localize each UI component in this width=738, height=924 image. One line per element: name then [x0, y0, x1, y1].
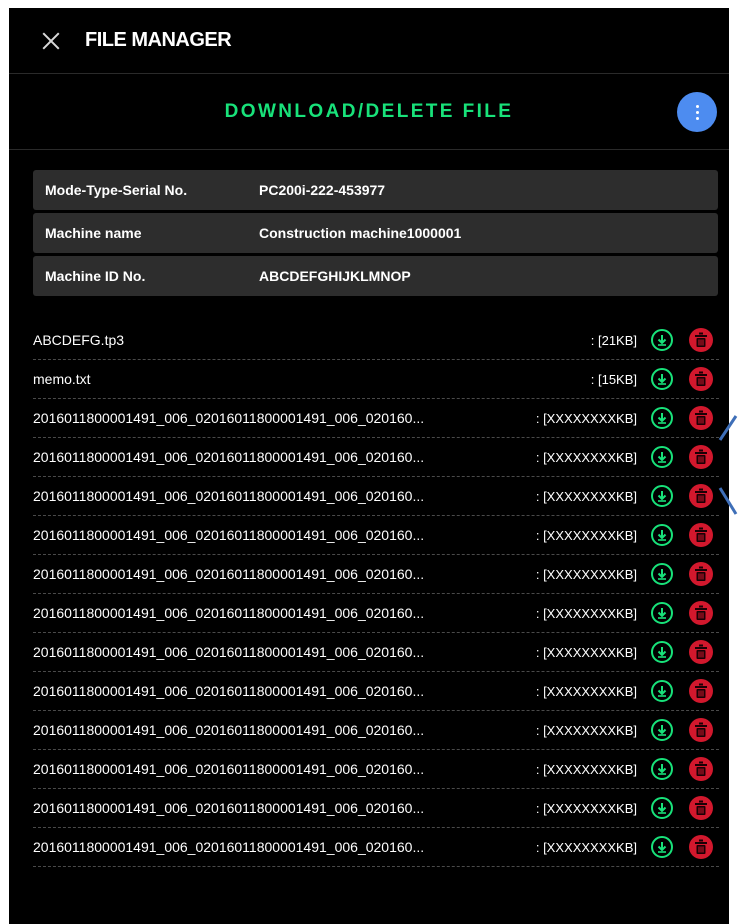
- file-name: 2016011800001491_006_02016011800001491_0…: [33, 761, 425, 777]
- file-name: 2016011800001491_006_02016011800001491_0…: [33, 410, 425, 426]
- trash-icon[interactable]: [689, 757, 713, 781]
- file-name: 2016011800001491_006_02016011800001491_0…: [33, 527, 425, 543]
- trash-icon[interactable]: [689, 679, 713, 703]
- file-size: : [XXXXXXXXKB]: [535, 488, 637, 504]
- trash-icon[interactable]: [689, 562, 713, 586]
- download-icon[interactable]: [651, 758, 673, 780]
- file-size: : [XXXXXXXXKB]: [535, 800, 637, 816]
- file-size: : [XXXXXXXXKB]: [535, 839, 637, 855]
- info-label: Machine ID No.: [45, 268, 146, 284]
- file-size: : [XXXXXXXXKB]: [535, 410, 637, 426]
- download-icon[interactable]: [651, 524, 673, 546]
- file-size: : [XXXXXXXXKB]: [535, 722, 637, 738]
- info-row-serial: Mode-Type-Serial No. PC200i-222-453977: [33, 170, 718, 210]
- download-icon[interactable]: [651, 680, 673, 702]
- file-name: 2016011800001491_006_02016011800001491_0…: [33, 488, 425, 504]
- info-label: Mode-Type-Serial No.: [45, 182, 188, 198]
- file-size: : [XXXXXXXXKB]: [535, 683, 637, 699]
- page-title: FILE MANAGER: [85, 29, 232, 51]
- info-value: ABCDEFGHIJKLMNOP: [259, 268, 411, 284]
- file-name: 2016011800001491_006_02016011800001491_0…: [33, 722, 425, 738]
- file-name: 2016011800001491_006_02016011800001491_0…: [33, 683, 425, 699]
- file-row: 2016011800001491_006_02016011800001491_0…: [33, 399, 719, 438]
- download-icon[interactable]: [651, 407, 673, 429]
- download-icon[interactable]: [651, 368, 673, 390]
- file-row: memo.txt : [15KB]: [33, 360, 719, 399]
- file-name: memo.txt: [33, 371, 91, 387]
- subheader-bar: DOWNLOAD/DELETE FILE: [9, 74, 729, 150]
- section-title: DOWNLOAD/DELETE FILE: [224, 100, 514, 122]
- trash-icon[interactable]: [689, 640, 713, 664]
- file-manager-window: FILE MANAGER DOWNLOAD/DELETE FILE Mode-T…: [9, 8, 729, 924]
- file-row: 2016011800001491_006_02016011800001491_0…: [33, 594, 719, 633]
- trash-icon[interactable]: [689, 718, 713, 742]
- file-row: 2016011800001491_006_02016011800001491_0…: [33, 555, 719, 594]
- file-list: ABCDEFG.tp3 : [21KB] memo.txt : [15KB] 20160…: [9, 321, 729, 867]
- info-label: Machine name: [45, 225, 142, 241]
- file-row: ABCDEFG.tp3 : [21KB]: [33, 321, 719, 360]
- file-size: : [XXXXXXXXKB]: [535, 605, 637, 621]
- annotation-arrows: [718, 415, 738, 515]
- file-row: 2016011800001491_006_02016011800001491_0…: [33, 438, 719, 477]
- file-name: 2016011800001491_006_02016011800001491_0…: [33, 566, 425, 582]
- file-row: 2016011800001491_006_02016011800001491_0…: [33, 672, 719, 711]
- file-row: 2016011800001491_006_02016011800001491_0…: [33, 633, 719, 672]
- close-icon[interactable]: [39, 29, 63, 53]
- file-size: : [21KB]: [590, 332, 637, 348]
- download-icon[interactable]: [651, 602, 673, 624]
- trash-icon[interactable]: [689, 523, 713, 547]
- trash-icon[interactable]: [689, 406, 713, 430]
- file-size: : [XXXXXXXXKB]: [535, 644, 637, 660]
- file-row: 2016011800001491_006_02016011800001491_0…: [33, 828, 719, 867]
- info-row-machine-id: Machine ID No. ABCDEFGHIJKLMNOP: [33, 256, 718, 296]
- download-icon[interactable]: [651, 446, 673, 468]
- machine-info: Mode-Type-Serial No. PC200i-222-453977 M…: [9, 150, 729, 296]
- file-row: 2016011800001491_006_02016011800001491_0…: [33, 516, 719, 555]
- file-row: 2016011800001491_006_02016011800001491_0…: [33, 711, 719, 750]
- file-size: : [XXXXXXXXKB]: [535, 527, 637, 543]
- trash-icon[interactable]: [689, 445, 713, 469]
- file-size: : [XXXXXXXXKB]: [535, 449, 637, 465]
- file-name: 2016011800001491_006_02016011800001491_0…: [33, 800, 425, 816]
- download-icon[interactable]: [651, 563, 673, 585]
- file-size: : [XXXXXXXXKB]: [535, 566, 637, 582]
- download-icon[interactable]: [651, 329, 673, 351]
- trash-icon[interactable]: [689, 796, 713, 820]
- download-icon[interactable]: [651, 719, 673, 741]
- download-icon[interactable]: [651, 836, 673, 858]
- file-name: 2016011800001491_006_02016011800001491_0…: [33, 839, 425, 855]
- info-value: PC200i-222-453977: [259, 182, 386, 198]
- file-size: : [15KB]: [590, 371, 637, 387]
- download-icon[interactable]: [651, 641, 673, 663]
- file-name: 2016011800001491_006_02016011800001491_0…: [33, 449, 425, 465]
- trash-icon[interactable]: [689, 367, 713, 391]
- file-row: 2016011800001491_006_02016011800001491_0…: [33, 477, 719, 516]
- info-value: Construction machine1000001: [259, 225, 462, 241]
- download-icon[interactable]: [651, 797, 673, 819]
- trash-icon[interactable]: [689, 601, 713, 625]
- more-vertical-icon[interactable]: [677, 92, 717, 132]
- info-row-machine-name: Machine name Construction machine1000001: [33, 213, 718, 253]
- file-row: 2016011800001491_006_02016011800001491_0…: [33, 789, 719, 828]
- file-name: 2016011800001491_006_02016011800001491_0…: [33, 605, 425, 621]
- trash-icon[interactable]: [689, 328, 713, 352]
- trash-icon[interactable]: [689, 484, 713, 508]
- trash-icon[interactable]: [689, 835, 713, 859]
- download-icon[interactable]: [651, 485, 673, 507]
- header-bar: FILE MANAGER: [9, 8, 729, 74]
- file-name: 2016011800001491_006_02016011800001491_0…: [33, 644, 425, 660]
- file-size: : [XXXXXXXXKB]: [535, 761, 637, 777]
- file-row: 2016011800001491_006_02016011800001491_0…: [33, 750, 719, 789]
- file-name: ABCDEFG.tp3: [33, 332, 125, 348]
